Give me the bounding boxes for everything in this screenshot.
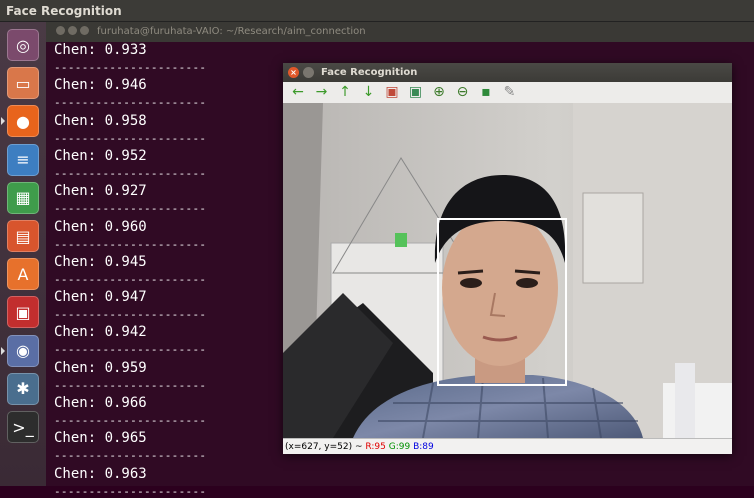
image-icon: ▣	[385, 84, 399, 100]
terminal-titlebar: furuhata@furuhata-VAIO: ~/Research/aim_c…	[46, 22, 754, 42]
terminal-separator: ----------------------	[54, 202, 207, 216]
terminal-line: Chen: 0.963	[54, 465, 147, 482]
terminal-line: Chen: 0.946	[54, 77, 147, 94]
terminal-separator: ----------------------	[54, 237, 207, 251]
launcher-item-software-center[interactable]: A	[7, 258, 39, 291]
terminal-separator: ----------------------	[54, 61, 207, 74]
close-icon[interactable]: ×	[288, 67, 299, 78]
launcher-item-face-app[interactable]: ▣	[7, 296, 39, 329]
terminal-icon: >_	[12, 417, 34, 437]
pan-right-button[interactable]: →	[313, 84, 331, 101]
launcher-item-dash[interactable]: ◎	[7, 29, 39, 61]
running-indicator	[1, 117, 5, 126]
blue-value: B:89	[413, 442, 434, 452]
properties-button[interactable]: ✎	[501, 84, 519, 101]
terminal-line: Chen: 0.965	[54, 430, 147, 447]
terminal-line: Chen: 0.952	[54, 147, 147, 164]
tools-icon: ✱	[16, 379, 30, 399]
viewer-statusbar: (x=627, y=52) ~ R:95 G:99 B:89	[283, 438, 732, 454]
brush-icon: ✎	[503, 84, 516, 100]
zoom-in-icon: ⊕	[433, 84, 445, 100]
launcher-item-calc[interactable]: ▦	[7, 181, 39, 214]
terminal-line: Chen: 0.945	[54, 253, 147, 270]
pan-up-button[interactable]: ↑	[336, 84, 354, 101]
terminal-separator: ----------------------	[54, 414, 207, 427]
pan-left-button[interactable]: ←	[289, 84, 307, 101]
terminal-separator: ----------------------	[54, 272, 207, 286]
image-zoom-icon: ▣	[408, 84, 423, 100]
save-button[interactable]: ▪	[477, 84, 495, 101]
camera-frame[interactable]	[283, 103, 732, 438]
terminal-separator: ----------------------	[54, 166, 207, 180]
impress-icon: ▤	[15, 226, 31, 246]
minimize-icon[interactable]	[68, 26, 77, 35]
arrow-left-icon: ←	[292, 84, 304, 100]
terminal-line: Chen: 0.927	[54, 183, 147, 200]
zoom-out-icon: ⊖	[456, 84, 469, 100]
dash-icon: ◎	[16, 35, 30, 55]
zoom-fit-button[interactable]: ▣	[383, 84, 401, 101]
save-icon: ▪	[481, 84, 491, 100]
active-app-title: Face Recognition	[6, 4, 122, 18]
terminal-line: Chen: 0.947	[54, 289, 147, 306]
launcher-item-system-settings[interactable]: ◉	[7, 334, 39, 367]
viewer-toolbar: ← → ↑ ↓ ▣ ▣ ⊕ ⊖ ▪ ✎	[283, 82, 732, 104]
camera-image	[283, 103, 732, 438]
close-icon[interactable]	[56, 26, 65, 35]
face-app-icon: ▣	[15, 302, 31, 322]
terminal-separator: ----------------------	[54, 484, 207, 498]
viewer-title: Face Recognition	[321, 67, 418, 78]
software-center-icon: A	[17, 264, 29, 284]
files-icon: ▭	[15, 73, 31, 93]
terminal-separator: ----------------------	[54, 96, 207, 110]
calc-icon: ▦	[15, 188, 31, 208]
launcher-item-tools[interactable]: ✱	[7, 372, 39, 405]
viewer-titlebar: × Face Recognition	[283, 63, 732, 82]
terminal-separator: ----------------------	[54, 378, 207, 392]
writer-icon: ≡	[16, 150, 30, 170]
running-indicator	[1, 346, 5, 355]
terminal-line: Chen: 0.959	[54, 359, 147, 376]
launcher-item-terminal[interactable]: >_	[7, 411, 39, 443]
red-value: R:95	[365, 442, 386, 452]
terminal-line: Chen: 0.958	[54, 112, 147, 129]
zoom-in-button[interactable]: ⊕	[430, 84, 448, 101]
minimize-icon[interactable]	[303, 67, 314, 78]
launcher-item-impress[interactable]: ▤	[7, 220, 39, 252]
arrow-down-icon: ↓	[362, 84, 375, 100]
terminal-line: Chen: 0.960	[54, 218, 147, 235]
arrow-up-icon: ↑	[339, 84, 351, 100]
zoom-out-button[interactable]: ⊖	[454, 84, 472, 101]
maximize-icon[interactable]	[80, 26, 89, 35]
terminal-line: Chen: 0.966	[54, 395, 147, 411]
top-panel: Face Recognition	[0, 0, 754, 22]
zoom-original-button[interactable]: ▣	[407, 84, 425, 101]
terminal-separator: ----------------------	[54, 449, 207, 463]
terminal-title: furuhata@furuhata-VAIO: ~/Research/aim_c…	[97, 26, 366, 37]
launcher: ◎ ▭ ● ≡ ▦ ▤ A ▣ ◉ ✱ >_	[0, 22, 47, 486]
pan-down-button[interactable]: ↓	[360, 84, 378, 101]
terminal-line: Chen: 0.942	[54, 324, 147, 341]
face-recognition-window: × Face Recognition ← → ↑ ↓ ▣ ▣ ⊕ ⊖ ▪ ✎ (…	[283, 63, 732, 454]
arrow-right-icon: →	[315, 84, 328, 100]
launcher-item-writer[interactable]: ≡	[7, 143, 39, 176]
terminal-line: Chen: 0.933	[54, 42, 147, 58]
terminal-separator: ----------------------	[54, 131, 207, 145]
terminal-separator: ----------------------	[54, 308, 207, 322]
cursor-coordinates: (x=627, y=52) ~	[285, 442, 363, 452]
launcher-item-files[interactable]: ▭	[7, 67, 39, 100]
firefox-icon: ●	[16, 111, 30, 131]
green-value: G:99	[388, 442, 411, 452]
terminal-separator: ----------------------	[54, 343, 207, 357]
launcher-item-firefox[interactable]: ●	[7, 105, 39, 138]
system-settings-icon: ◉	[16, 341, 30, 361]
